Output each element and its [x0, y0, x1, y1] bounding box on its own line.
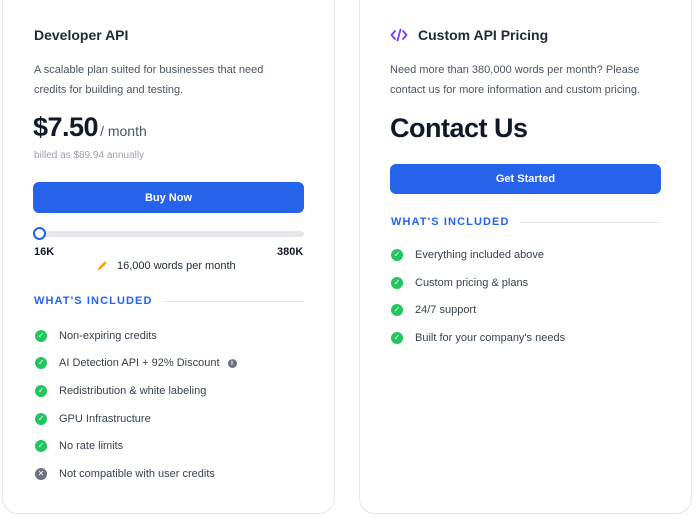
slider-max-label: 380K: [277, 246, 304, 258]
plan-title: Developer API: [34, 27, 129, 43]
feature-item: ✓ AI Detection API + 92% Discount i: [35, 357, 237, 369]
words-slider-track[interactable]: [37, 231, 304, 237]
slider-value: 16,000 words per month: [96, 260, 236, 272]
plan-description: A scalable plan suited for businesses th…: [34, 64, 264, 96]
get-started-button[interactable]: Get Started: [390, 164, 661, 194]
custom-plan-header: Custom API Pricing: [390, 27, 548, 43]
slider-thumb[interactable]: [33, 227, 46, 240]
price-amount: $7.50: [33, 112, 99, 142]
feature-item: ✓ Everything included above: [391, 249, 544, 261]
price: $7.50 / month: [33, 112, 147, 143]
billing-note: billed as $89.94 annually: [34, 150, 145, 161]
feature-item: ✓ GPU Infrastructure: [35, 413, 151, 425]
section-divider: [520, 222, 661, 223]
slider-min-label: 16K: [34, 246, 55, 258]
feature-item: ✓ 24/7 support: [391, 304, 476, 316]
code-icon: [390, 28, 408, 42]
feature-item: ✓ Redistribution & white labeling: [35, 385, 206, 397]
check-circle-icon: ✓: [391, 332, 403, 344]
check-circle-icon: ✓: [391, 277, 403, 289]
slider-value-label: 16,000 words per month: [117, 260, 236, 272]
check-circle-icon: ✓: [35, 385, 47, 397]
feature-item: ✓ No rate limits: [35, 440, 123, 452]
contact-us-heading: Contact Us: [390, 113, 528, 143]
pencil-icon: [96, 260, 108, 272]
check-circle-icon: ✓: [391, 304, 403, 316]
check-circle-icon: ✓: [35, 330, 47, 342]
check-circle-icon: ✓: [35, 440, 47, 452]
price-unit: / month: [100, 123, 147, 139]
included-heading: WHAT'S INCLUDED: [34, 295, 153, 307]
section-divider: [163, 301, 304, 302]
included-heading: WHAT'S INCLUDED: [391, 216, 510, 228]
feature-item: ✓ Custom pricing & plans: [391, 277, 528, 289]
plan-title: Custom API Pricing: [418, 27, 549, 43]
check-circle-icon: ✓: [35, 357, 47, 369]
x-circle-icon: ✕: [35, 468, 47, 480]
check-circle-icon: ✓: [35, 413, 47, 425]
buy-now-button[interactable]: Buy Now: [33, 182, 304, 213]
feature-item: ✓ Non-expiring credits: [35, 330, 157, 342]
plan-description: Need more than 380,000 words per month? …: [390, 64, 641, 96]
feature-item: ✓ Built for your company's needs: [391, 332, 565, 344]
info-icon[interactable]: i: [227, 358, 237, 368]
check-circle-icon: ✓: [391, 249, 403, 261]
feature-item: ✕ Not compatible with user credits: [35, 468, 215, 480]
